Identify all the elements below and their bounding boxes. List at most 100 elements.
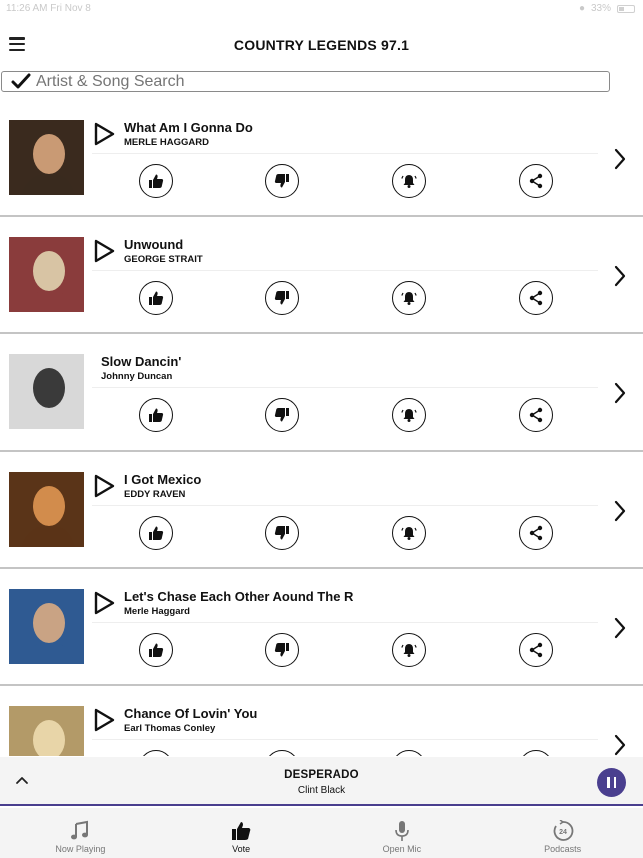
chevron-right-icon[interactable] bbox=[612, 380, 628, 406]
tab-label: Now Playing bbox=[55, 844, 106, 854]
thumbs-down-icon bbox=[274, 291, 289, 305]
like-button[interactable] bbox=[139, 164, 173, 198]
battery-percent: 33% bbox=[590, 3, 611, 14]
like-button[interactable] bbox=[139, 515, 173, 550]
status-bar: 11:26 AM Fri Nov 8 ● 33% bbox=[0, 0, 643, 18]
share-button[interactable] bbox=[519, 281, 553, 316]
tab-now-playing[interactable]: Now Playing bbox=[0, 808, 161, 858]
chevron-right-icon[interactable] bbox=[612, 498, 628, 524]
tab-label: Vote bbox=[232, 844, 251, 854]
album-art bbox=[9, 705, 84, 756]
search-input[interactable] bbox=[36, 72, 609, 91]
share-icon bbox=[529, 290, 543, 306]
song-row[interactable]: Unwound GEORGE STRAIT bbox=[0, 217, 643, 335]
song-title: Let's Chase Each Other Aound The R bbox=[124, 588, 354, 604]
song-artist: Earl Thomas Conley bbox=[124, 722, 216, 734]
play-icon[interactable] bbox=[92, 122, 116, 146]
like-button[interactable] bbox=[139, 749, 173, 756]
alert-button[interactable] bbox=[392, 749, 426, 756]
bell-alert-icon bbox=[401, 643, 417, 657]
song-artist: MERLE HAGGARD bbox=[124, 137, 209, 148]
header: COUNTRY LEGENDS 97.1 bbox=[0, 24, 643, 64]
album-art bbox=[9, 588, 84, 664]
share-button[interactable] bbox=[519, 632, 553, 667]
dislike-button[interactable] bbox=[265, 164, 299, 198]
like-button[interactable] bbox=[139, 281, 173, 316]
thumbs-down-icon bbox=[274, 408, 289, 422]
share-button[interactable] bbox=[519, 164, 553, 198]
microphone-icon bbox=[395, 821, 409, 841]
share-icon bbox=[529, 525, 543, 540]
battery-icon bbox=[617, 4, 635, 13]
checkmark-icon[interactable] bbox=[10, 72, 32, 91]
thumbs-up-icon bbox=[149, 643, 164, 657]
tab-vote[interactable]: Vote bbox=[161, 808, 322, 858]
like-button[interactable] bbox=[139, 632, 173, 667]
share-button[interactable] bbox=[519, 515, 553, 550]
song-row[interactable]: Slow Dancin' Johnny Duncan bbox=[0, 334, 643, 452]
alert-button[interactable] bbox=[392, 515, 426, 550]
song-row[interactable]: I Got Mexico EDDY RAVEN bbox=[0, 452, 643, 569]
search-bar[interactable] bbox=[1, 71, 610, 92]
bell-alert-icon bbox=[401, 409, 417, 423]
dislike-button[interactable] bbox=[265, 281, 299, 316]
thumbs-down-icon bbox=[274, 174, 289, 188]
tab-podcasts[interactable]: 24 Podcasts bbox=[482, 808, 643, 858]
svg-text:24: 24 bbox=[559, 829, 567, 836]
tab-label: Podcasts bbox=[544, 844, 582, 854]
play-icon[interactable] bbox=[92, 474, 116, 498]
row-divider bbox=[92, 153, 598, 154]
play-icon[interactable] bbox=[92, 591, 116, 615]
album-art bbox=[9, 120, 84, 195]
song-row[interactable]: Chance Of Lovin' You Earl Thomas Conley bbox=[0, 686, 643, 756]
song-title: Chance Of Lovin' You bbox=[124, 705, 258, 721]
pause-button[interactable] bbox=[597, 768, 626, 797]
dislike-button[interactable] bbox=[265, 749, 299, 756]
bell-alert-icon bbox=[401, 175, 417, 188]
dislike-button[interactable] bbox=[265, 515, 299, 550]
tab-label: Open Mic bbox=[382, 844, 422, 854]
song-artist: Merle Haggard bbox=[124, 605, 190, 617]
wifi-icon: ● bbox=[578, 3, 585, 14]
now-playing-bar[interactable]: DESPERADO Clint Black bbox=[0, 757, 643, 806]
chevron-right-icon[interactable] bbox=[612, 615, 628, 641]
song-title: Slow Dancin' bbox=[101, 354, 182, 370]
share-button[interactable] bbox=[519, 398, 553, 433]
song-artist: Johnny Duncan bbox=[101, 371, 173, 383]
status-indicators: ● 33% bbox=[579, 3, 635, 14]
alert-button[interactable] bbox=[392, 398, 426, 433]
dislike-button[interactable] bbox=[265, 632, 299, 667]
chevron-right-icon[interactable] bbox=[612, 146, 628, 172]
song-title: Unwound bbox=[124, 237, 184, 253]
bell-alert-icon bbox=[401, 526, 417, 540]
row-divider bbox=[92, 738, 598, 740]
status-time: 11:26 AM Fri Nov 8 bbox=[6, 3, 91, 14]
alert-button[interactable] bbox=[392, 281, 426, 316]
thumbs-down-icon bbox=[274, 642, 289, 657]
tab-bar: Now Playing Vote Open Mic 24 Podcasts bbox=[0, 808, 643, 858]
share-button[interactable] bbox=[519, 749, 553, 756]
podcast-24-icon: 24 bbox=[553, 820, 574, 841]
alert-button[interactable] bbox=[392, 164, 426, 198]
song-artist: EDDY RAVEN bbox=[124, 488, 186, 500]
chevron-right-icon[interactable] bbox=[612, 263, 628, 289]
thumbs-up-icon bbox=[149, 408, 164, 423]
song-row[interactable]: What Am I Gonna Do MERLE HAGGARD bbox=[0, 100, 643, 218]
page-title: COUNTRY LEGENDS 97.1 bbox=[233, 37, 410, 53]
thumbs-up-icon bbox=[232, 822, 251, 840]
tab-open-mic[interactable]: Open Mic bbox=[322, 808, 483, 858]
dislike-button[interactable] bbox=[265, 398, 299, 433]
bell-alert-icon bbox=[401, 292, 417, 306]
chevron-right-icon[interactable] bbox=[612, 732, 628, 756]
song-artist: GEORGE STRAIT bbox=[124, 254, 203, 266]
thumbs-up-icon bbox=[149, 291, 164, 306]
play-icon[interactable] bbox=[92, 239, 116, 263]
share-icon bbox=[529, 408, 543, 423]
alert-button[interactable] bbox=[392, 632, 426, 667]
play-icon[interactable] bbox=[92, 708, 116, 732]
like-button[interactable] bbox=[139, 398, 173, 433]
album-art bbox=[9, 354, 84, 430]
now-playing-artist: Clint Black bbox=[297, 785, 346, 796]
row-divider bbox=[92, 621, 598, 623]
song-row[interactable]: Let's Chase Each Other Aound The R Merle … bbox=[0, 569, 643, 686]
